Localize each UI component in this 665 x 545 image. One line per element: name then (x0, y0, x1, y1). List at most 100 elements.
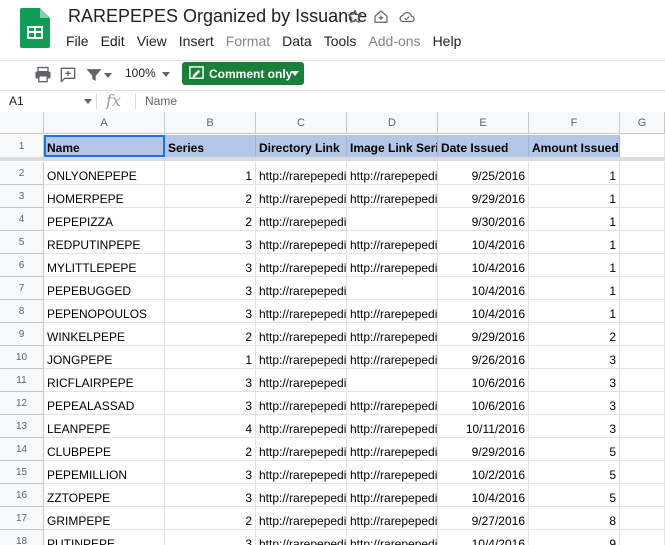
menu-insert[interactable]: Insert (173, 32, 220, 52)
table-cell[interactable] (347, 369, 438, 392)
filter-dropdown-icon[interactable] (104, 73, 112, 79)
table-cell[interactable]: http://rarepepedirectory.com/?p=6 (256, 415, 347, 438)
row-header[interactable]: 6 (0, 254, 44, 277)
menu-file[interactable]: File (60, 32, 95, 52)
table-cell[interactable] (620, 254, 665, 277)
row-header[interactable]: 14 (0, 438, 44, 461)
header-cell[interactable] (620, 135, 665, 158)
table-cell[interactable]: 1 (165, 346, 256, 369)
table-cell[interactable] (347, 277, 438, 300)
table-cell[interactable]: 1 (529, 231, 620, 254)
table-cell[interactable]: 10/4/2016 (438, 277, 529, 300)
table-cell[interactable]: 1 (529, 185, 620, 208)
select-all-corner[interactable] (0, 112, 44, 134)
table-cell[interactable]: 3 (165, 484, 256, 507)
table-cell[interactable]: 9/27/2016 (438, 507, 529, 530)
table-cell[interactable]: 10/4/2016 (438, 254, 529, 277)
table-cell[interactable]: http://rarepepedirectory.com/wp-content (347, 530, 438, 545)
table-cell[interactable]: http://rarepepedirectory.com/?p=5 (256, 254, 347, 277)
table-cell[interactable]: http://rarepepedirectory.com/wp-content (347, 415, 438, 438)
row-header[interactable]: 9 (0, 323, 44, 346)
table-cell[interactable]: 3 (165, 530, 256, 545)
table-cell[interactable]: 9/29/2016 (438, 438, 529, 461)
table-cell[interactable]: http://rarepepedirectory.com/?p=5 (256, 369, 347, 392)
column-header-b[interactable]: B (165, 112, 256, 134)
table-cell[interactable]: 3 (165, 231, 256, 254)
print-icon[interactable] (33, 65, 53, 85)
table-cell[interactable]: REDPUTINPEPE (44, 231, 165, 254)
table-cell[interactable]: http://rarepepedirectory.com/wp-content (347, 162, 438, 185)
frozen-row-divider[interactable] (0, 157, 665, 161)
star-icon[interactable] (346, 8, 364, 26)
table-cell[interactable]: http://rarepepedirectory.com/?p=4 (256, 208, 347, 231)
table-cell[interactable]: JONGPEPE (44, 346, 165, 369)
menu-tools[interactable]: Tools (318, 32, 363, 52)
table-cell[interactable]: 2 (165, 185, 256, 208)
table-cell[interactable] (620, 185, 665, 208)
table-cell[interactable] (620, 323, 665, 346)
table-cell[interactable]: 1 (165, 162, 256, 185)
table-cell[interactable]: 1 (529, 208, 620, 231)
column-header-d[interactable]: D (347, 112, 438, 134)
table-cell[interactable]: ONLYONEPEPE (44, 162, 165, 185)
table-cell[interactable] (620, 484, 665, 507)
row-header[interactable]: 18 (0, 530, 44, 545)
table-cell[interactable]: http://rarepepedirectory.com/?p=1 (256, 162, 347, 185)
table-cell[interactable]: http://rarepepedirectory.com/wp-content (347, 185, 438, 208)
table-cell[interactable]: PEPENOPOULOS (44, 300, 165, 323)
row-header[interactable]: 13 (0, 415, 44, 438)
table-cell[interactable]: 1 (529, 254, 620, 277)
table-cell[interactable]: 3 (165, 392, 256, 415)
table-cell[interactable]: http://rarepepedirectory.com/wp-content (347, 392, 438, 415)
menu-view[interactable]: View (131, 32, 173, 52)
column-header-a[interactable]: A (44, 112, 165, 134)
table-cell[interactable]: WINKELPEPE (44, 323, 165, 346)
table-cell[interactable] (620, 277, 665, 300)
move-to-folder-icon[interactable] (372, 8, 390, 26)
table-cell[interactable]: RICFLAIRPEPE (44, 369, 165, 392)
table-cell[interactable]: http://rarepepedirectory.com/wp-content (347, 346, 438, 369)
table-cell[interactable]: 9 (529, 530, 620, 545)
table-cell[interactable]: http://rarepepedirectory.com/wp-content (347, 484, 438, 507)
header-cell[interactable]: Image Link Series (347, 135, 438, 158)
row-header[interactable]: 2 (0, 162, 44, 185)
table-cell[interactable]: 1 (529, 162, 620, 185)
table-cell[interactable]: 5 (529, 484, 620, 507)
table-cell[interactable]: 3 (529, 392, 620, 415)
table-cell[interactable]: 10/11/2016 (438, 415, 529, 438)
table-cell[interactable] (620, 346, 665, 369)
table-cell[interactable]: http://rarepepedirectory.com/?p=5 (256, 392, 347, 415)
menu-help[interactable]: Help (427, 32, 468, 52)
table-cell[interactable]: 1 (529, 300, 620, 323)
table-cell[interactable] (620, 369, 665, 392)
table-cell[interactable]: GRIMPEPE (44, 507, 165, 530)
row-header[interactable]: 3 (0, 185, 44, 208)
cloud-saved-icon[interactable] (398, 8, 416, 26)
filter-icon[interactable] (84, 65, 104, 85)
menu-addons[interactable]: Add-ons (362, 32, 426, 52)
table-cell[interactable]: http://rarepepedirectory.com/?p=2 (256, 438, 347, 461)
row-header[interactable]: 10 (0, 346, 44, 369)
table-cell[interactable]: http://rarepepedirectory.com/wp-content (347, 461, 438, 484)
table-cell[interactable]: http://rarepepedirectory.com/?p=5 (256, 461, 347, 484)
table-cell[interactable] (620, 231, 665, 254)
table-cell[interactable]: 8 (529, 507, 620, 530)
row-header[interactable]: 11 (0, 369, 44, 392)
comment-only-button[interactable]: Comment only (182, 62, 304, 85)
row-header[interactable]: 4 (0, 208, 44, 231)
table-cell[interactable] (620, 461, 665, 484)
table-cell[interactable] (620, 530, 665, 545)
table-cell[interactable] (620, 507, 665, 530)
table-cell[interactable]: 10/4/2016 (438, 300, 529, 323)
column-header-c[interactable]: C (256, 112, 347, 134)
spreadsheet-grid[interactable]: A B C D E F G 1 Name Series Directory Link Image Li… (0, 112, 665, 545)
table-cell[interactable]: http://rarepepedirectory.com/?p=2 (256, 507, 347, 530)
table-cell[interactable]: http://rarepepedirectory.com/?p=5 (256, 277, 347, 300)
table-cell[interactable]: http://rarepepedirectory.com/wp-content (347, 231, 438, 254)
table-cell[interactable]: PEPEALASSAD (44, 392, 165, 415)
table-cell[interactable]: LEANPEPE (44, 415, 165, 438)
table-cell[interactable]: PEPEPIZZA (44, 208, 165, 231)
table-cell[interactable]: PEPEBUGGED (44, 277, 165, 300)
table-cell[interactable]: 10/6/2016 (438, 369, 529, 392)
table-cell[interactable]: http://rarepepedirectory.com/?p=5 (256, 231, 347, 254)
